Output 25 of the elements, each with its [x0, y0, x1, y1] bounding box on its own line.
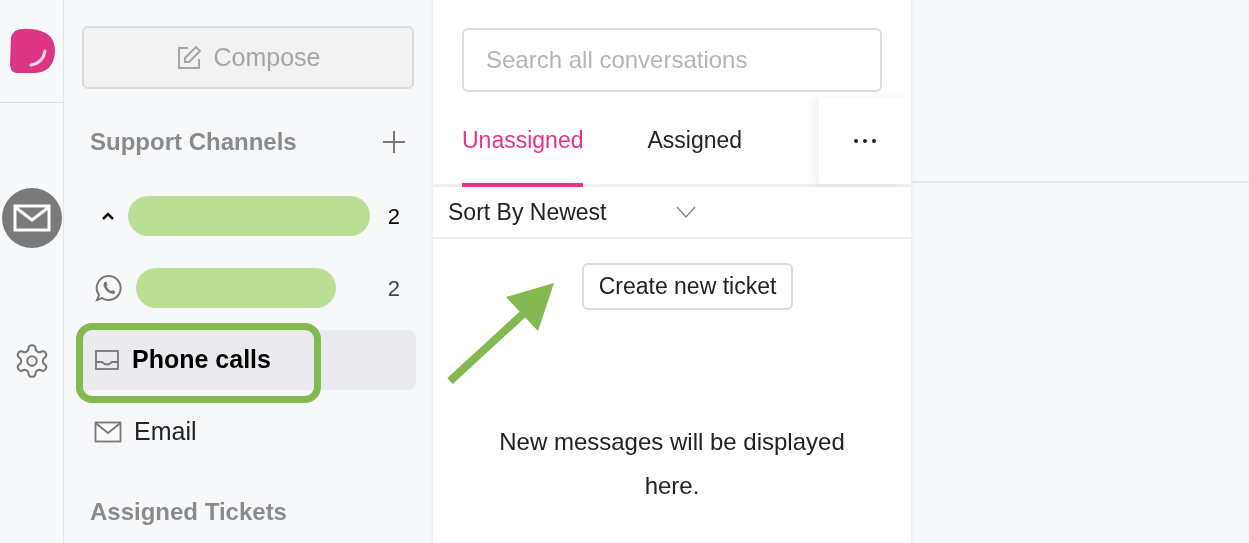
sort-dropdown[interactable]: Sort By Newest — [433, 187, 911, 239]
more-icon — [853, 138, 877, 144]
channel-item[interactable]: Phone calls — [82, 330, 416, 390]
empty-state-message: New messages will be displayed here. — [498, 427, 846, 501]
tab[interactable]: Assigned — [647, 97, 743, 187]
mail-icon — [12, 204, 51, 232]
section-title: Assigned Tickets — [90, 498, 287, 525]
mail-icon — [94, 421, 122, 443]
channel-label: Email — [134, 416, 197, 448]
edit-icon — [175, 44, 202, 71]
whatsapp-icon — [94, 273, 124, 303]
inbox-icon — [94, 349, 120, 371]
search-field[interactable]: Search all conversations — [462, 28, 882, 92]
plus-icon[interactable] — [381, 129, 407, 155]
section-title: Support Channels — [90, 127, 297, 157]
caret-up-icon[interactable] — [100, 210, 116, 222]
channel-item[interactable]: Email — [82, 402, 416, 462]
channel-item[interactable]: 2 — [82, 258, 416, 318]
create-ticket-button[interactable]: Create new ticket — [581, 263, 794, 310]
tab[interactable]: Unassigned — [462, 97, 584, 187]
unread-count: 2 — [387, 202, 400, 231]
unread-count: 2 — [387, 274, 400, 303]
chevron-down-icon — [674, 205, 697, 219]
channel-label: Phone calls — [132, 344, 271, 376]
channel-item[interactable]: 2 — [82, 186, 416, 246]
